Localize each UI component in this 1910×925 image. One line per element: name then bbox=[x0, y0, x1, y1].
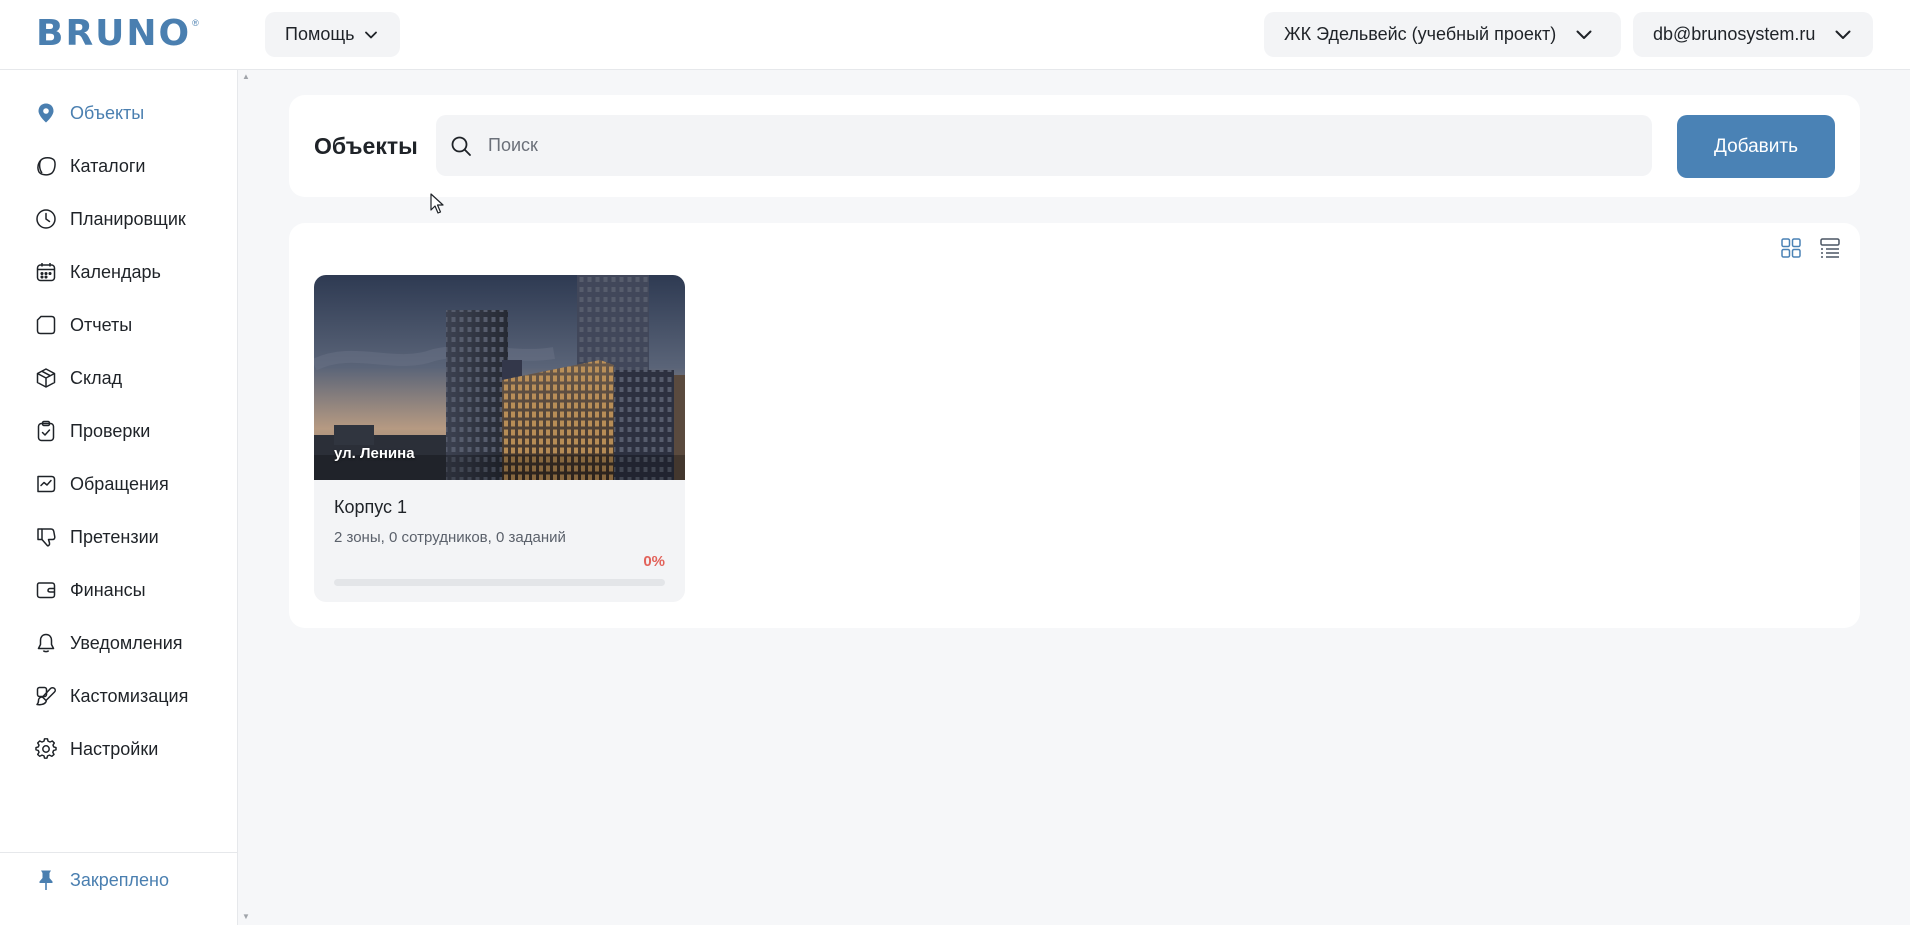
card-address: ул. Ленина bbox=[334, 445, 415, 462]
sidebar-item-claims[interactable]: Претензии bbox=[33, 522, 159, 552]
card-stats: 2 зоны, 0 сотрудников, 0 заданий bbox=[334, 529, 566, 546]
sidebar-item-notifications[interactable]: Уведомления bbox=[33, 628, 183, 658]
mouse-cursor-icon bbox=[430, 193, 444, 220]
project-dropdown[interactable]: ЖК Эдельвейс (учебный проект) bbox=[1264, 12, 1621, 57]
sidebar-item-requests[interactable]: Обращения bbox=[33, 469, 169, 499]
catalog-icon bbox=[33, 153, 59, 179]
list-view-icon[interactable] bbox=[1819, 237, 1841, 259]
search-box[interactable] bbox=[436, 115, 1652, 176]
box-icon bbox=[33, 365, 59, 391]
card-progress-percent: 0% bbox=[643, 553, 665, 570]
search-icon bbox=[448, 133, 474, 159]
clock-icon bbox=[33, 206, 59, 232]
sidebar-item-label: Склад bbox=[70, 367, 123, 388]
page-title: Объекты bbox=[314, 133, 418, 159]
card-title: Корпус 1 bbox=[334, 497, 408, 517]
help-dropdown[interactable]: Помощь bbox=[265, 12, 400, 57]
page-header: Объекты Добавить bbox=[289, 95, 1860, 197]
sidebar-item-label: Календарь bbox=[70, 261, 161, 282]
sidebar-item-reports[interactable]: Отчеты bbox=[33, 310, 132, 340]
logo[interactable]: BRUNO ® bbox=[36, 16, 199, 52]
brush-icon bbox=[33, 683, 59, 709]
sidebar-item-settings[interactable]: Настройки bbox=[33, 734, 158, 764]
report-icon bbox=[33, 312, 59, 338]
help-label: Помощь bbox=[285, 24, 355, 44]
pinned-label: Закреплено bbox=[70, 869, 169, 890]
user-email: db@brunosystem.ru bbox=[1653, 24, 1816, 44]
sidebar-item-label: Настройки bbox=[70, 738, 159, 759]
chevron-down-icon bbox=[1576, 30, 1592, 40]
sidebar-item-label: Финансы bbox=[70, 579, 146, 600]
sidebar-item-label: Обращения bbox=[70, 473, 169, 494]
logo-text: BRUNO bbox=[36, 13, 192, 54]
thumb-down-icon bbox=[33, 524, 59, 550]
sidebar-item-planner[interactable]: Планировщик bbox=[33, 204, 186, 234]
top-bar: BRUNO ® Помощь ЖК Эдельвейс (учебный про… bbox=[0, 0, 1910, 70]
card-progress-bar bbox=[334, 579, 665, 586]
pin-icon bbox=[33, 867, 59, 893]
sidebar-divider bbox=[0, 852, 238, 853]
scroll-down-arrow[interactable]: ▼ bbox=[242, 912, 250, 921]
scroll-up-arrow[interactable]: ▲ bbox=[242, 72, 250, 81]
user-dropdown[interactable]: db@brunosystem.ru bbox=[1633, 12, 1873, 57]
sidebar-item-inspections[interactable]: Проверки bbox=[33, 416, 150, 446]
location-pin-icon bbox=[33, 100, 59, 126]
sidebar-item-label: Уведомления bbox=[70, 632, 183, 653]
sidebar-item-label: Объекты bbox=[70, 102, 145, 123]
clipboard-check-icon bbox=[33, 418, 59, 444]
sidebar-item-label: Планировщик bbox=[70, 208, 186, 229]
logo-registered-mark: ® bbox=[192, 18, 199, 28]
sidebar-item-objects[interactable]: Объекты bbox=[33, 98, 144, 128]
sidebar-item-catalogs[interactable]: Каталоги bbox=[33, 151, 146, 181]
sidebar-item-warehouse[interactable]: Склад bbox=[33, 363, 122, 393]
sidebar-item-customization[interactable]: Кастомизация bbox=[33, 681, 188, 711]
add-button[interactable]: Добавить bbox=[1677, 115, 1835, 178]
sidebar-item-label: Каталоги bbox=[70, 155, 146, 176]
sidebar-item-finance[interactable]: Финансы bbox=[33, 575, 146, 605]
sidebar-item-calendar[interactable]: Календарь bbox=[33, 257, 161, 287]
inbox-chart-icon bbox=[33, 471, 59, 497]
gear-icon bbox=[33, 736, 59, 762]
pinned-section[interactable]: Закреплено bbox=[33, 865, 169, 895]
grid-view-icon[interactable] bbox=[1780, 237, 1802, 259]
object-card[interactable]: ул. Ленина Корпус 1 2 зоны, 0 сотруднико… bbox=[314, 275, 685, 602]
search-input[interactable] bbox=[488, 135, 1588, 156]
bell-icon bbox=[33, 630, 59, 656]
sidebar-item-label: Отчеты bbox=[70, 314, 133, 335]
calendar-icon bbox=[33, 259, 59, 285]
sidebar-item-label: Претензии bbox=[70, 526, 159, 547]
sidebar-item-label: Проверки bbox=[70, 420, 151, 441]
wallet-icon bbox=[33, 577, 59, 603]
chevron-down-icon bbox=[1835, 30, 1851, 40]
chevron-down-icon bbox=[364, 31, 377, 39]
sidebar-item-label: Кастомизация bbox=[70, 685, 189, 706]
sidebar: Объекты Каталоги Планировщик Календарь О… bbox=[0, 70, 238, 925]
objects-panel: ул. Ленина Корпус 1 2 зоны, 0 сотруднико… bbox=[289, 223, 1860, 628]
project-label: ЖК Эдельвейс (учебный проект) bbox=[1284, 24, 1557, 44]
